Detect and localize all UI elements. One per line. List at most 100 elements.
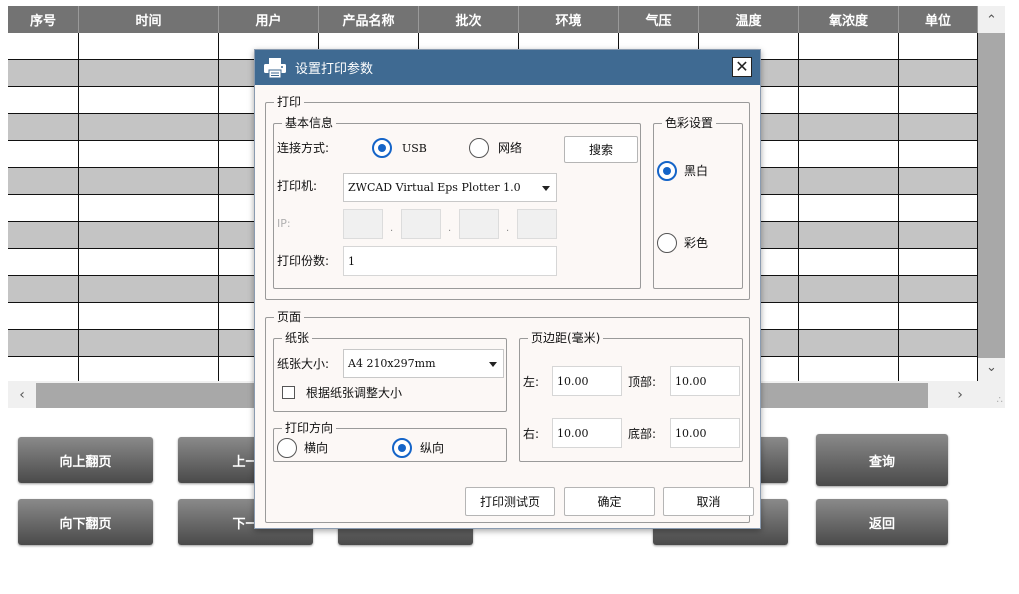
column-header-temperature[interactable]: 温度: [699, 6, 799, 33]
table-cell[interactable]: [899, 114, 978, 141]
table-cell[interactable]: [799, 249, 899, 276]
paper-size-select[interactable]: A4 210x297mm: [343, 349, 504, 378]
table-cell[interactable]: [8, 276, 79, 303]
query-button[interactable]: 查询: [816, 434, 948, 486]
table-cell[interactable]: [8, 60, 79, 87]
table-cell[interactable]: [799, 33, 899, 60]
column-header-oxygen[interactable]: 氧浓度: [799, 6, 899, 33]
column-header-product-name[interactable]: 产品名称: [319, 6, 419, 33]
table-cell[interactable]: [8, 357, 79, 381]
back-button[interactable]: 返回: [816, 499, 948, 545]
table-cell[interactable]: [8, 87, 79, 114]
table-cell[interactable]: [799, 276, 899, 303]
right-margin-input[interactable]: 10.00: [552, 418, 622, 448]
black-white-label: 黑白: [684, 164, 709, 178]
table-cell[interactable]: [899, 87, 978, 114]
page-up-button[interactable]: 向上翻页: [18, 437, 153, 483]
copies-input[interactable]: 1: [343, 246, 557, 276]
table-cell[interactable]: [79, 249, 219, 276]
table-cell[interactable]: [79, 195, 219, 222]
table-cell[interactable]: [8, 168, 79, 195]
vertical-scroll-thumb[interactable]: [978, 33, 1005, 358]
chevron-down-icon: [489, 361, 497, 367]
column-header-unit[interactable]: 单位: [899, 6, 978, 33]
table-cell[interactable]: [8, 303, 79, 330]
printer-select[interactable]: ZWCAD Virtual Eps Plotter 1.0: [343, 173, 557, 202]
usb-radio[interactable]: [372, 138, 392, 158]
close-icon[interactable]: ✕: [732, 57, 752, 77]
dialog-title-bar[interactable]: 设置打印参数 ✕: [255, 50, 760, 85]
table-cell[interactable]: [79, 33, 219, 60]
column-header-index[interactable]: 序号: [8, 6, 79, 33]
table-cell[interactable]: [79, 168, 219, 195]
table-cell[interactable]: [799, 195, 899, 222]
ip-label: IP:: [277, 217, 291, 230]
table-cell[interactable]: [899, 33, 978, 60]
column-header-time[interactable]: 时间: [79, 6, 219, 33]
table-cell[interactable]: [799, 168, 899, 195]
table-cell[interactable]: [8, 195, 79, 222]
table-cell[interactable]: [799, 330, 899, 357]
table-cell[interactable]: [8, 222, 79, 249]
table-cell[interactable]: [899, 303, 978, 330]
table-cell[interactable]: [8, 33, 79, 60]
ip-field-2[interactable]: [401, 209, 441, 239]
table-cell[interactable]: [799, 114, 899, 141]
table-cell[interactable]: [8, 249, 79, 276]
landscape-radio[interactable]: [277, 438, 297, 458]
ip-field-1[interactable]: [343, 209, 383, 239]
ip-field-3[interactable]: [459, 209, 499, 239]
table-cell[interactable]: [79, 330, 219, 357]
scroll-up-icon[interactable]: ⌃: [978, 8, 1005, 32]
table-cell[interactable]: [899, 357, 978, 381]
table-cell[interactable]: [899, 330, 978, 357]
table-cell[interactable]: [79, 222, 219, 249]
ip-field-4[interactable]: [517, 209, 557, 239]
search-button[interactable]: 搜索: [564, 136, 638, 163]
table-cell[interactable]: [899, 276, 978, 303]
cancel-button[interactable]: 取消: [663, 487, 754, 516]
black-white-radio[interactable]: [657, 161, 677, 181]
table-cell[interactable]: [79, 141, 219, 168]
table-cell[interactable]: [8, 330, 79, 357]
scroll-left-icon[interactable]: ‹: [10, 381, 34, 408]
table-cell[interactable]: [79, 114, 219, 141]
fit-to-paper-checkbox[interactable]: [282, 386, 295, 399]
scroll-down-icon[interactable]: ⌄: [978, 355, 1005, 379]
table-cell[interactable]: [799, 222, 899, 249]
ok-button[interactable]: 确定: [564, 487, 655, 516]
table-cell[interactable]: [899, 60, 978, 87]
left-margin-input[interactable]: 10.00: [552, 366, 622, 396]
table-cell[interactable]: [79, 87, 219, 114]
table-cell[interactable]: [899, 249, 978, 276]
table-cell[interactable]: [79, 357, 219, 381]
table-cell[interactable]: [899, 222, 978, 249]
column-header-environment[interactable]: 环境: [519, 6, 619, 33]
print-test-page-button[interactable]: 打印测试页: [465, 487, 555, 516]
table-cell[interactable]: [799, 357, 899, 381]
table-cell[interactable]: [79, 303, 219, 330]
resize-grip-icon[interactable]: ∴: [997, 395, 1003, 406]
column-header-pressure[interactable]: 气压: [619, 6, 699, 33]
column-header-user[interactable]: 用户: [219, 6, 319, 33]
table-cell[interactable]: [8, 114, 79, 141]
table-cell[interactable]: [8, 141, 79, 168]
vertical-scrollbar[interactable]: ⌃ ⌄: [978, 6, 1005, 381]
table-cell[interactable]: [799, 303, 899, 330]
color-radio[interactable]: [657, 233, 677, 253]
table-cell[interactable]: [899, 141, 978, 168]
bottom-margin-input[interactable]: 10.00: [670, 418, 740, 448]
top-margin-input[interactable]: 10.00: [670, 366, 740, 396]
table-cell[interactable]: [79, 276, 219, 303]
table-cell[interactable]: [899, 195, 978, 222]
table-cell[interactable]: [899, 168, 978, 195]
scroll-right-icon[interactable]: ›: [948, 381, 972, 408]
table-cell[interactable]: [799, 141, 899, 168]
portrait-radio[interactable]: [392, 438, 412, 458]
page-down-button[interactable]: 向下翻页: [18, 499, 153, 545]
table-cell[interactable]: [799, 60, 899, 87]
network-radio[interactable]: [469, 138, 489, 158]
column-header-batch[interactable]: 批次: [419, 6, 519, 33]
table-cell[interactable]: [799, 87, 899, 114]
table-cell[interactable]: [79, 60, 219, 87]
